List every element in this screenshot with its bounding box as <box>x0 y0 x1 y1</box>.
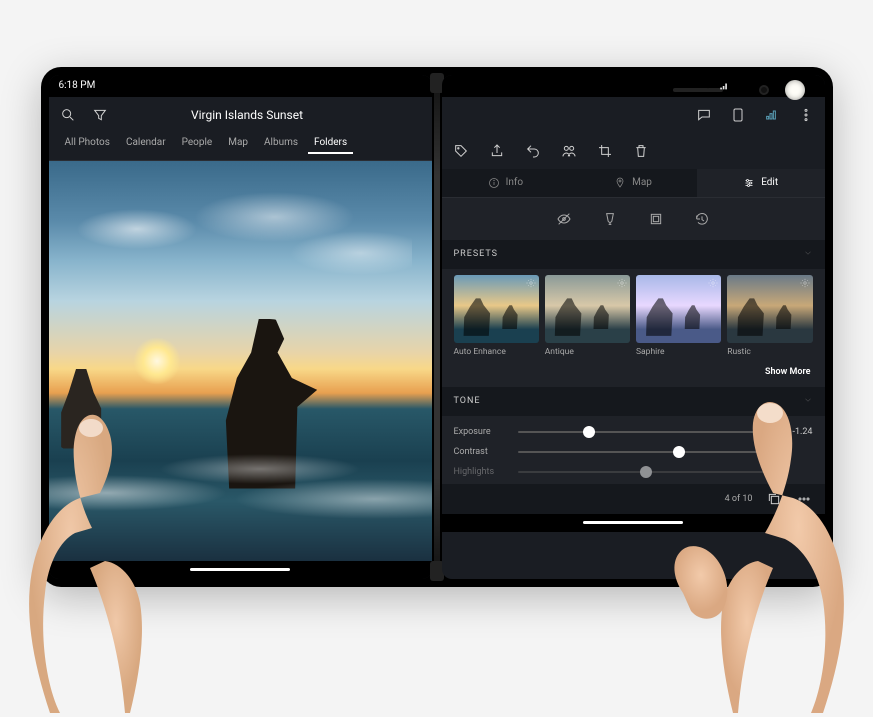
tag-icon[interactable] <box>452 142 470 160</box>
signal-icon <box>719 81 729 91</box>
subtab-map-label: Map <box>632 177 652 188</box>
preset-label: Rustic <box>727 347 812 357</box>
comment-icon[interactable] <box>695 106 713 124</box>
detail-tabs: Info Map Edit <box>442 169 825 198</box>
device-hinge <box>434 75 440 579</box>
crop-icon[interactable] <box>596 142 614 160</box>
copy-icon[interactable] <box>765 490 783 508</box>
preset-thumb <box>727 275 812 343</box>
gear-icon <box>800 278 810 288</box>
preset-antique[interactable]: Antique <box>545 275 630 357</box>
slider-value: -1.24 <box>785 427 813 437</box>
category-tabs: All Photos Calendar People Map Albums Fo… <box>49 133 432 161</box>
tone-section-header[interactable]: TONE <box>442 387 825 416</box>
status-bar-right <box>442 75 825 97</box>
preset-label: Auto Enhance <box>454 347 539 357</box>
edit-toolbar <box>442 133 825 169</box>
signal-strength-icon[interactable] <box>763 106 781 124</box>
chevron-down-icon <box>803 395 813 408</box>
subtab-map[interactable]: Map <box>569 169 697 197</box>
gear-icon <box>617 278 627 288</box>
presets-label: PRESETS <box>454 249 499 259</box>
dual-screen-device: 6:18 PM Virgin Islands Sunset <box>41 67 833 587</box>
slider-thumb[interactable] <box>583 426 595 438</box>
slider-exposure[interactable]: Exposure -1.24 <box>454 422 813 442</box>
nav-bar-right <box>442 514 825 532</box>
slider-thumb[interactable] <box>673 446 685 458</box>
preset-thumb <box>545 275 630 343</box>
subtab-edit[interactable]: Edit <box>697 169 825 197</box>
edit-tool-row <box>442 198 825 240</box>
presets-section-header[interactable]: PRESETS <box>442 240 825 269</box>
more-icon[interactable] <box>797 106 815 124</box>
trash-icon[interactable] <box>632 142 650 160</box>
group-icon[interactable] <box>560 142 578 160</box>
slider-contrast[interactable]: Contrast <box>454 442 813 462</box>
gear-icon <box>526 278 536 288</box>
preset-saphire[interactable]: Saphire <box>636 275 721 357</box>
subtab-edit-label: Edit <box>761 177 778 188</box>
slider-highlights[interactable]: Highlights <box>454 462 813 482</box>
tab-people[interactable]: People <box>176 133 219 154</box>
slider-track[interactable] <box>518 471 775 473</box>
tab-albums[interactable]: Albums <box>258 133 304 154</box>
chevron-down-icon <box>803 248 813 261</box>
slider-track[interactable] <box>518 431 775 433</box>
left-screen: 6:18 PM Virgin Islands Sunset <box>49 75 432 579</box>
presets-row: Auto Enhance Antique Saphire <box>442 269 825 363</box>
glass-icon[interactable] <box>601 210 619 228</box>
photo-viewport[interactable] <box>49 161 432 561</box>
page-count: 4 of 10 <box>725 494 753 504</box>
preset-label: Antique <box>545 347 630 357</box>
app-header-left: Virgin Islands Sunset <box>49 97 432 133</box>
share-icon[interactable] <box>488 142 506 160</box>
slider-thumb[interactable] <box>640 466 652 478</box>
footer-bar: 4 of 10 <box>442 484 825 514</box>
cast-icon <box>101 81 111 91</box>
page-title: Virgin Islands Sunset <box>123 108 372 122</box>
wifi-icon <box>703 81 713 91</box>
nav-bar-left <box>49 561 432 579</box>
slider-label: Contrast <box>454 447 508 457</box>
preset-auto-enhance[interactable]: Auto Enhance <box>454 275 539 357</box>
tone-label: TONE <box>454 396 481 406</box>
subtab-info[interactable]: Info <box>442 169 570 197</box>
eye-off-icon[interactable] <box>555 210 573 228</box>
gear-icon <box>708 278 718 288</box>
slider-label: Exposure <box>454 427 508 437</box>
tone-panel: Exposure -1.24 Contrast Highlights <box>442 416 825 484</box>
status-time: 6:18 PM <box>59 80 96 91</box>
nav-handle[interactable] <box>583 521 683 524</box>
tab-folders[interactable]: Folders <box>308 133 353 154</box>
status-bar-left: 6:18 PM <box>49 75 432 97</box>
preset-label: Saphire <box>636 347 721 357</box>
preset-thumb <box>636 275 721 343</box>
history-icon[interactable] <box>693 210 711 228</box>
cloud-icon <box>117 81 127 91</box>
preset-thumb <box>454 275 539 343</box>
show-more-button[interactable]: Show More <box>442 363 825 387</box>
preset-rustic[interactable]: Rustic <box>727 275 812 357</box>
nav-handle[interactable] <box>190 568 290 571</box>
tab-calendar[interactable]: Calendar <box>120 133 172 154</box>
slider-track[interactable] <box>518 451 775 453</box>
android-icon <box>133 81 143 91</box>
battery-icon <box>735 81 745 91</box>
more-horizontal-icon[interactable] <box>795 490 813 508</box>
slider-label: Highlights <box>454 467 508 477</box>
undo-icon[interactable] <box>524 142 542 160</box>
filter-icon[interactable] <box>91 106 109 124</box>
frame-icon[interactable] <box>647 210 665 228</box>
subtab-info-label: Info <box>506 177 523 188</box>
tab-map[interactable]: Map <box>222 133 254 154</box>
app-header-right <box>442 97 825 133</box>
tab-all-photos[interactable]: All Photos <box>59 133 116 154</box>
search-icon[interactable] <box>59 106 77 124</box>
device-icon[interactable] <box>729 106 747 124</box>
right-screen: Info Map Edit <box>442 75 825 579</box>
